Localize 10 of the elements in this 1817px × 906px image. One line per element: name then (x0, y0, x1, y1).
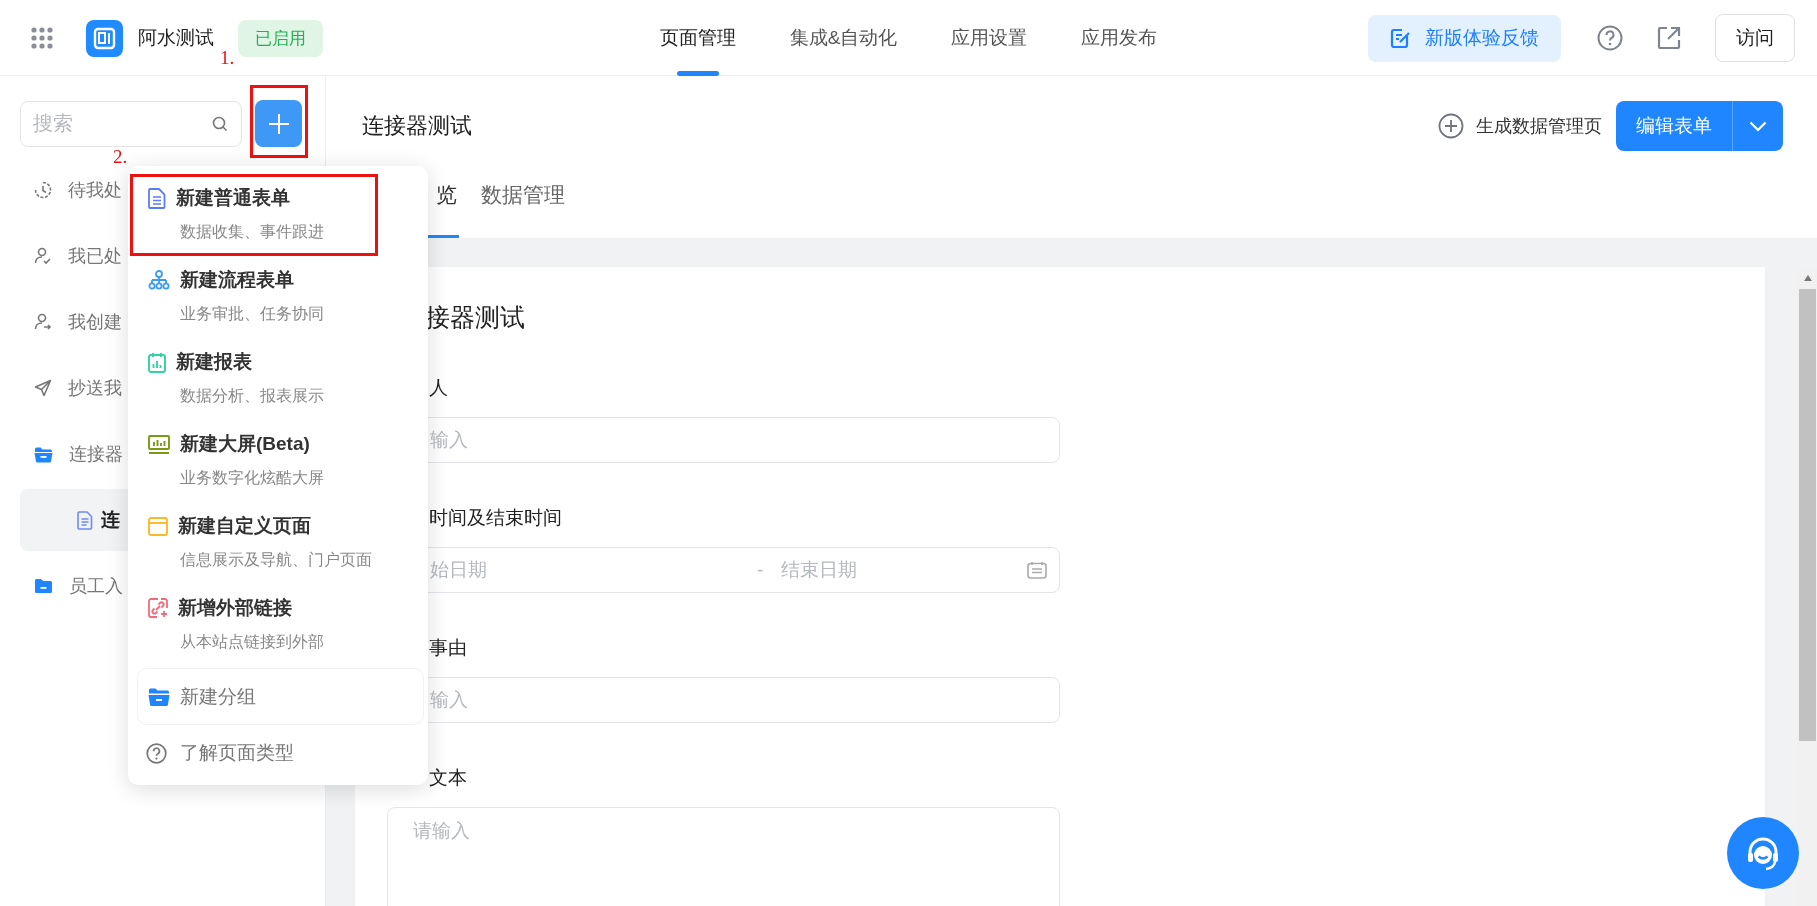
field-label: 事由 (428, 636, 468, 660)
form-title: 接器测试 (424, 302, 526, 333)
app-name: 阿水测试 (138, 26, 214, 50)
page-title: 连接器测试 (362, 112, 472, 140)
field-label: 时间及结束时间 (428, 506, 563, 530)
field-label: 人 (428, 376, 449, 400)
field-label: 文本 (428, 766, 468, 790)
step-number: 2. (113, 146, 128, 168)
step-number: 1. (220, 47, 235, 69)
status-badge: 已启用 (238, 19, 323, 57)
